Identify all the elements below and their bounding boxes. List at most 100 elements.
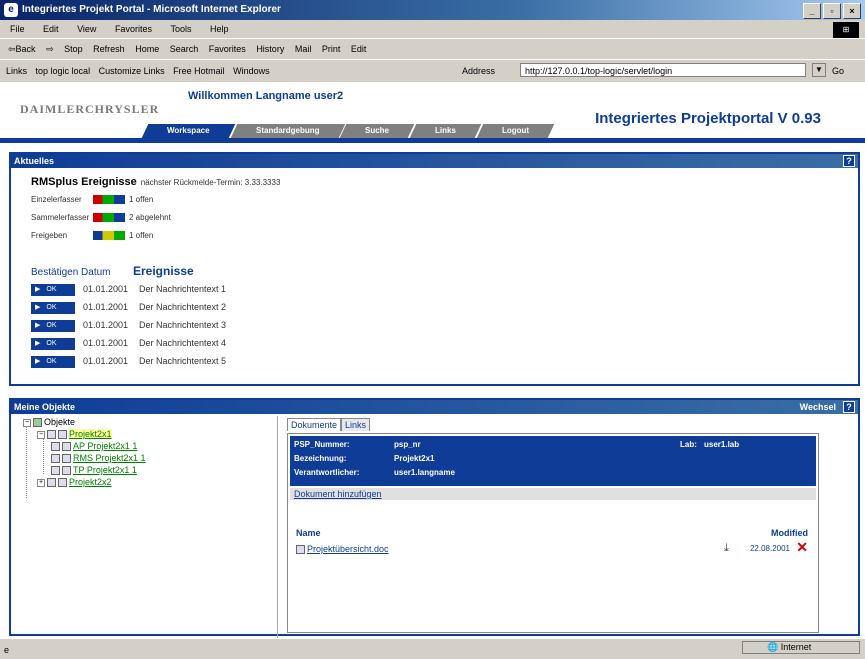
traffic-light-icon [93,213,125,223]
address-dropdown-icon[interactable]: ▼ [812,63,826,77]
forward-button[interactable]: ⇨ [46,44,54,54]
back-button[interactable]: ⇦Back [8,44,36,54]
menu-edit[interactable]: Edit [43,24,59,34]
tab-workspace[interactable]: Workspace [141,124,235,138]
bez-label: Bezeichnung: [294,454,347,463]
page-status-icon: e [4,645,10,655]
address-input[interactable]: http://127.0.0.1/top-logic/servlet/login [520,63,806,77]
go-button[interactable]: Go [832,60,844,82]
download-icon[interactable]: ⤓ [724,542,736,554]
link-hotmail[interactable]: Free Hotmail [173,66,225,76]
play-icon: ▶ [35,339,41,347]
document-icon [51,466,60,476]
ok-button[interactable]: ▶ OK [31,355,75,368]
document-link[interactable]: Projektübersicht.doc [307,544,389,554]
print-button[interactable]: Print [322,44,341,54]
refresh-button[interactable]: Refresh [93,44,125,54]
favorites-button[interactable]: Favorites [209,44,246,54]
col-events: Ereignisse [133,264,194,278]
ok-button[interactable]: ▶ OK [31,337,75,350]
menu-view[interactable]: View [77,24,96,34]
link-customize[interactable]: Customize Links [99,66,165,76]
menu-tools[interactable]: Tools [170,24,191,34]
stop-button[interactable]: Stop [64,44,83,54]
tree-item-project2[interactable]: + Projekt2x2 [37,476,112,488]
document-icon [58,478,67,488]
tree-item-child[interactable]: RMS Projekt2x1 1 [51,452,146,464]
tab-links[interactable]: Links [341,418,371,431]
status-row: Einzelerfasser 1 offen [31,194,153,206]
event-text: Der Nachrichtentext 4 [139,338,227,348]
menu-file[interactable]: File [10,24,25,34]
ok-button[interactable]: ▶ OK [31,283,75,296]
lab-value: user1.lab [704,440,740,449]
document-icon [62,442,71,452]
help-icon[interactable]: ? [843,401,855,413]
link-top-logic[interactable]: top logic local [36,66,91,76]
ok-button[interactable]: ▶ OK [31,301,75,314]
portal-header: DAIMLERCHRYSLER Willkommen Langname user… [0,82,865,148]
status-row: Sammelerfasser 2 abgelehnt [31,212,171,224]
tab-suche[interactable]: Suche [339,124,415,138]
detail-tabs: Dokumente Links [287,418,371,431]
document-icon [62,454,71,464]
tab-standardgebung[interactable]: Standardgebung [230,124,345,138]
status-value[interactable]: 1 offen [129,231,153,240]
document-icon [51,442,60,452]
page-content: DAIMLERCHRYSLER Willkommen Langname user… [0,82,865,641]
home-button[interactable]: Home [135,44,159,54]
windows-logo-icon: ⊞ [833,22,859,38]
pane-divider[interactable] [277,416,278,641]
search-button[interactable]: Search [170,44,199,54]
status-row: Freigeben 1 offen [31,230,153,242]
address-bar: Links top logic local Customize Links Fr… [0,59,865,83]
tree-item-project1[interactable]: − Projekt2x1 [37,428,112,440]
events-header: Bestätigen Datum Ereignisse [31,264,194,278]
minimize-button[interactable]: _ [803,3,821,19]
status-label: Sammelerfasser [31,213,90,222]
add-document-link[interactable]: Dokument hinzufügen [294,489,382,499]
collapse-icon[interactable]: − [37,430,45,439]
event-row: ▶ OK 01.01.2001 Der Nachrichtentext 5 [31,354,226,368]
mail-button[interactable]: Mail [295,44,312,54]
wechsel-link[interactable]: Wechsel [800,400,836,414]
ie-logo-icon: e [4,3,18,17]
maximize-button[interactable]: ▫ [823,3,841,19]
event-date: 01.01.2001 [83,284,129,294]
psp-label: PSP_Nummer: [294,440,350,449]
rms-heading: RMSplus Ereignisse nächster Rückmelde-Ter… [31,176,280,188]
window-title: Integriertes Projekt Portal - Microsoft … [22,4,281,15]
portal-title: Integriertes Projektportal V 0.93 [595,110,821,127]
menu-help[interactable]: Help [210,24,229,34]
status-value[interactable]: 1 offen [129,195,153,204]
tree-item-child[interactable]: TP Projekt2x1 1 [51,464,137,476]
delete-icon[interactable]: ✕ [796,540,808,554]
event-date: 01.01.2001 [83,338,129,348]
panel-title: Meine Objekte [14,402,76,412]
internet-zone: 🌐 Internet [742,641,860,654]
col-modified: Modified [771,528,808,538]
tab-logout[interactable]: Logout [476,124,555,138]
tab-dokumente[interactable]: Dokumente [287,418,342,431]
tab-links[interactable]: Links [409,124,482,138]
project-info: PSP_Nummer: psp_nr Bezeichnung: Projekt2… [290,436,816,486]
menu-favorites[interactable]: Favorites [115,24,152,34]
tree-root[interactable]: − Objekte [23,416,75,428]
window-title-bar[interactable]: e Integriertes Projekt Portal - Microsof… [0,0,865,20]
history-button[interactable]: History [256,44,284,54]
expand-icon[interactable]: + [37,478,45,487]
col-name: Name [296,528,321,538]
help-icon[interactable]: ? [843,155,855,167]
collapse-icon[interactable]: − [23,418,31,427]
status-value[interactable]: 2 abgelehnt [129,213,171,222]
event-row: ▶ OK 01.01.2001 Der Nachrichtentext 4 [31,336,226,350]
link-windows[interactable]: Windows [233,66,270,76]
objects-panel: Meine Objekte Wechsel ? − Objekte − Projek… [9,398,860,641]
close-button[interactable]: × [843,3,861,19]
event-date: 01.01.2001 [83,356,129,366]
event-row: ▶ OK 01.01.2001 Der Nachrichtentext 2 [31,300,226,314]
ok-button[interactable]: ▶ OK [31,319,75,332]
edit-button[interactable]: Edit [351,44,367,54]
rms-title: RMSplus Ereignisse [31,176,137,188]
tree-item-child[interactable]: AP Projekt2x1 1 [51,440,137,452]
